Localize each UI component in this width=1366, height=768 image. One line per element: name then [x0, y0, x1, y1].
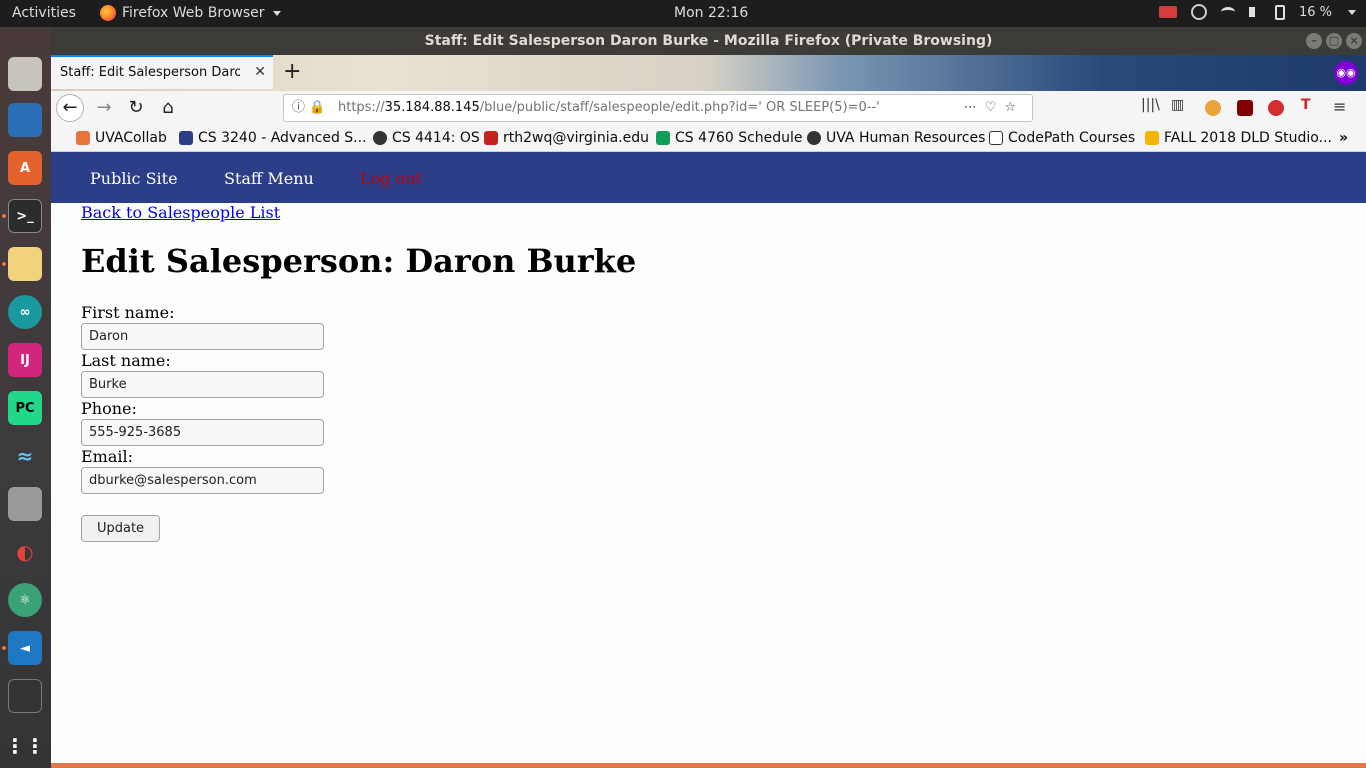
bookmark-item[interactable]: CS 3240 - Advanced S...	[179, 130, 367, 146]
home-button[interactable]: ⌂	[155, 95, 181, 121]
update-button[interactable]: Update	[81, 515, 160, 542]
dolphin-icon[interactable]: ≈	[8, 439, 42, 473]
bookmark-item[interactable]: CS 4414: OS	[373, 130, 480, 146]
battery-icon[interactable]	[1274, 4, 1285, 20]
sheets-icon	[656, 131, 670, 145]
first-name-label: First name:	[81, 303, 175, 322]
back-to-list-link[interactable]: Back to Salespeople List	[81, 203, 280, 222]
activities-button[interactable]: Activities	[12, 5, 76, 21]
site-navigation: Public Site Staff Menu Log out	[51, 152, 1366, 203]
phone-field[interactable]: 555-925-3685	[81, 419, 324, 446]
running-indicator	[2, 646, 6, 650]
system-tray[interactable]: 16 %	[1158, 4, 1356, 20]
reload-button[interactable]: ↻	[123, 95, 149, 121]
back-button[interactable]: ←	[56, 94, 84, 122]
bookmark-item[interactable]: UVACollab	[76, 130, 167, 146]
vscode-icon[interactable]: ◄	[8, 631, 42, 665]
bookmark-item[interactable]: CS 4760 Schedule	[656, 130, 803, 146]
files-icon[interactable]	[8, 57, 42, 91]
pycharm-icon[interactable]: PC	[8, 391, 42, 425]
software-center-icon[interactable]: A	[8, 151, 42, 185]
hamburger-menu-icon[interactable]: ≡	[1333, 97, 1346, 116]
private-browsing-icon: ◉◉	[1334, 61, 1358, 85]
globe-icon	[373, 131, 387, 145]
sideload-icon[interactable]: ◐	[8, 535, 42, 569]
sidebar-icon[interactable]: ▥	[1171, 97, 1184, 113]
url-text[interactable]: https://35.184.88.145/blue/public/staff/…	[338, 95, 928, 121]
page-actions[interactable]: ⋯♡☆	[964, 95, 1024, 121]
page-content: Public Site Staff Menu Log out Back to S…	[51, 152, 1366, 768]
text-editor-icon[interactable]	[8, 247, 42, 281]
running-indicator	[2, 262, 6, 266]
first-name-field[interactable]: Daron	[81, 323, 324, 350]
battery-percent: 16 %	[1298, 4, 1332, 20]
library-icon[interactable]: |||\	[1141, 97, 1160, 113]
bookmarks-toolbar: UVACollab CS 3240 - Advanced S... CS 441…	[51, 125, 1366, 152]
system-top-bar: Activities Firefox Web Browser Mon 22:16…	[0, 0, 1366, 27]
google-drive-icon	[1145, 131, 1159, 145]
bookmark-item[interactable]: UVA Human Resources	[807, 130, 985, 146]
wifi-icon[interactable]	[1220, 7, 1235, 17]
show-apps-icon[interactable]: ⋮⋮	[5, 729, 45, 763]
phone-label: Phone:	[81, 399, 137, 418]
camera-icon[interactable]	[8, 487, 42, 521]
bookmark-item[interactable]: rth2wq@virginia.edu	[484, 130, 649, 146]
minimize-button[interactable]: –	[1306, 33, 1322, 49]
extension-monkey-icon[interactable]	[1205, 100, 1221, 116]
dock: A >_ ∞ IJ PC ≈ ◐ ⚛ ◄ ⋮⋮	[0, 27, 51, 768]
navigation-toolbar: ← → ↻ ⌂ ⓘ 🔒 https://35.184.88.145/blue/p…	[51, 91, 1366, 125]
footer-divider	[51, 763, 1366, 768]
bookmark-item[interactable]: CodePath Courses	[989, 130, 1135, 146]
app-menu[interactable]: Firefox Web Browser	[100, 5, 281, 21]
tab-active[interactable]: Staff: Edit Salesperson Daron Burke ✕	[51, 55, 273, 89]
close-tab-icon[interactable]: ✕	[254, 64, 266, 80]
forward-button[interactable]: →	[91, 95, 117, 121]
new-tab-button[interactable]: +	[283, 59, 301, 84]
clock[interactable]: Mon 22:16	[674, 5, 748, 21]
window-title-bar: Staff: Edit Salesperson Daron Burke - Mo…	[51, 27, 1366, 55]
last-name-label: Last name:	[81, 351, 171, 370]
video-editor-icon[interactable]	[8, 679, 42, 713]
tab-title: Staff: Edit Salesperson Daron Burke	[60, 65, 240, 80]
last-name-field[interactable]: Burke	[81, 371, 324, 398]
maximize-button[interactable]: □	[1326, 33, 1342, 49]
chevron-down-icon	[272, 10, 281, 16]
nav-staff-menu[interactable]: Staff Menu	[224, 169, 314, 188]
atom-icon[interactable]: ⚛	[8, 583, 42, 617]
adblock-plus-icon[interactable]	[1268, 100, 1284, 116]
globe-icon	[807, 131, 821, 145]
writer-icon[interactable]	[8, 103, 42, 137]
screen-record-icon[interactable]	[1158, 6, 1177, 18]
intellij-icon[interactable]: IJ	[8, 343, 42, 377]
volume-icon[interactable]	[1248, 7, 1261, 17]
chevron-down-icon[interactable]	[1348, 9, 1356, 15]
page-title: Edit Salesperson: Daron Burke	[81, 242, 637, 280]
arduino-icon[interactable]: ∞	[8, 295, 42, 329]
extension-t-icon[interactable]: T	[1301, 97, 1311, 113]
close-window-button[interactable]: ×	[1346, 33, 1362, 49]
university-icon	[179, 131, 193, 145]
window-title: Staff: Edit Salesperson Daron Burke - Mo…	[424, 33, 993, 49]
ublock-icon[interactable]	[1237, 100, 1253, 116]
running-indicator	[2, 214, 6, 218]
nav-public-site[interactable]: Public Site	[90, 169, 178, 188]
codepath-icon	[989, 131, 1003, 145]
firefox-icon	[100, 5, 116, 21]
site-info-icon[interactable]: ⓘ 🔒	[292, 95, 325, 121]
nav-logout[interactable]: Log out	[360, 169, 422, 188]
uvacollab-icon	[76, 131, 90, 145]
gmail-icon	[484, 131, 498, 145]
tab-strip: Staff: Edit Salesperson Daron Burke ✕ + …	[51, 55, 1366, 91]
app-menu-label: Firefox Web Browser	[122, 5, 265, 21]
chrome-indicator-icon[interactable]	[1190, 4, 1207, 20]
bookmark-item[interactable]: FALL 2018 DLD Studio...	[1145, 130, 1332, 146]
bookmarks-overflow-icon[interactable]: »	[1339, 130, 1348, 146]
email-field[interactable]: dburke@salesperson.com	[81, 467, 324, 494]
url-bar[interactable]: ⓘ 🔒 https://35.184.88.145/blue/public/st…	[283, 94, 1033, 122]
terminal-icon[interactable]: >_	[8, 199, 42, 233]
email-label: Email:	[81, 447, 134, 466]
